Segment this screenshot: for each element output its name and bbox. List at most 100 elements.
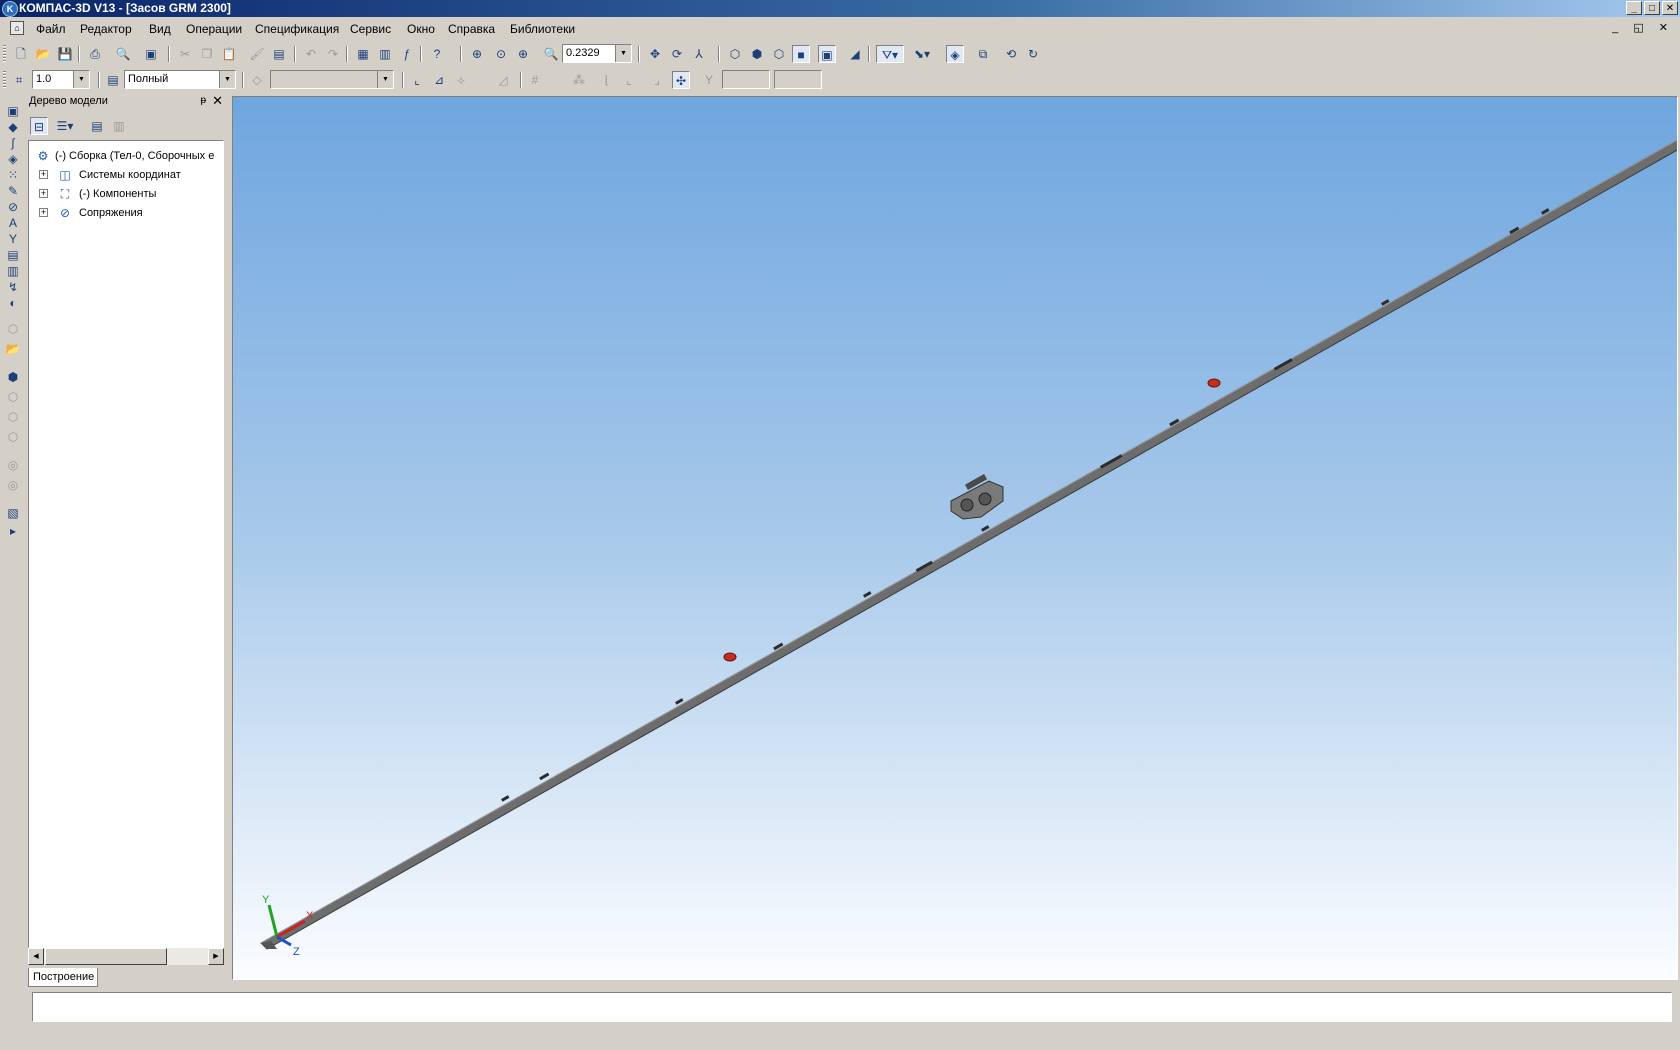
shaded-view-icon[interactable]: ■ — [792, 45, 810, 63]
cursor-coordinates-icon[interactable]: Y — [700, 71, 718, 89]
menu-operations[interactable]: Операции — [186, 22, 242, 36]
save-icon[interactable]: 💾 — [56, 45, 74, 63]
tree-structure-icon[interactable]: ⊟ — [30, 117, 48, 135]
minimize-button[interactable]: _ — [1626, 1, 1642, 15]
step-combo[interactable]: 1.0 ▼ — [32, 70, 90, 89]
toolbar-grip[interactable] — [3, 45, 6, 63]
print-icon[interactable]: ⎙ — [86, 45, 104, 63]
insert-from-file-icon[interactable]: 📂 — [4, 340, 22, 358]
coordinate-axes-icon[interactable]: ⌞ — [620, 71, 638, 89]
grid-icon[interactable]: # — [526, 71, 544, 89]
redo-icon[interactable]: ↷ — [324, 45, 342, 63]
tree-properties-icon[interactable]: ▥ — [110, 117, 128, 135]
scroll-right-icon[interactable]: ▶ — [208, 948, 224, 965]
create-part-icon[interactable]: ⬢ — [4, 368, 22, 386]
orientation-icon[interactable]: ⅄ — [690, 45, 708, 63]
move-component-icon[interactable]: ⬡ — [4, 388, 22, 406]
menu-specification[interactable]: Спецификация — [255, 22, 339, 36]
thin-hidden-lines-icon[interactable]: ⬡ — [770, 45, 788, 63]
add-component-icon[interactable]: ⬡ — [4, 320, 22, 338]
bindings-icon[interactable]: ✣ — [672, 71, 690, 89]
copy-icon[interactable]: ❐ — [198, 45, 216, 63]
cursor-step-icon[interactable]: ⌗ — [10, 71, 28, 89]
paste-icon[interactable]: 📋 — [220, 45, 238, 63]
red-marker-pins[interactable] — [723, 378, 1221, 662]
central-bracket-model[interactable] — [950, 473, 1004, 520]
specification-icon[interactable]: ▤ — [270, 45, 288, 63]
library-manager-icon[interactable]: ▥ — [376, 45, 394, 63]
interference-icon[interactable]: ◎ — [4, 476, 22, 494]
hidden-lines-icon[interactable]: ⬢ — [748, 45, 766, 63]
help-pointer-icon[interactable]: ? — [428, 45, 446, 63]
toolbar-grip[interactable] — [3, 71, 6, 89]
rotate-icon[interactable]: ⟳ — [668, 45, 686, 63]
ortho-mode-icon[interactable]: ⌟ — [648, 71, 666, 89]
menu-file[interactable]: Файл — [36, 22, 66, 36]
diagnostics-icon[interactable]: ◐ — [4, 294, 22, 312]
model-viewport[interactable]: Y X Z — [232, 96, 1678, 980]
scroll-left-icon[interactable]: ◀ — [28, 948, 44, 965]
component-array-icon[interactable]: ⬡ — [4, 428, 22, 446]
local-csys-icon[interactable]: ⌞ — [408, 71, 426, 89]
chevron-down-icon[interactable]: ▼ — [219, 71, 235, 88]
print-preview-icon[interactable]: 🔍 — [114, 45, 132, 63]
maximize-button[interactable]: □ — [1644, 1, 1660, 15]
variables-icon[interactable]: ƒ — [398, 45, 416, 63]
tree-horizontal-scrollbar[interactable]: ◀ ▶ — [28, 948, 224, 965]
refresh-icon[interactable]: ↻ — [1024, 45, 1042, 63]
tree-view-mode-icon[interactable]: ☰▾ — [52, 117, 78, 135]
rebuild-icon[interactable]: ⟲ — [1002, 45, 1020, 63]
expand-icon[interactable]: + — [39, 208, 48, 217]
collision-check-icon[interactable]: ◎ — [4, 456, 22, 474]
chevron-down-icon[interactable]: ▼ — [615, 45, 631, 62]
pan-icon[interactable]: ✥ — [646, 45, 664, 63]
layer-combo[interactable]: ▼ — [270, 70, 394, 89]
close-icon[interactable]: ✕ — [212, 92, 223, 110]
rotate-component-icon[interactable]: ⬡ — [4, 408, 22, 426]
display-mode-icon[interactable]: ◈ — [946, 45, 964, 63]
new-file-icon[interactable]: 🗋 — [12, 45, 30, 63]
menu-window[interactable]: Окно — [407, 22, 435, 36]
undo-icon[interactable]: ↶ — [302, 45, 320, 63]
document-icon[interactable]: ⌂ — [10, 21, 24, 35]
properties-icon[interactable]: ▣ — [142, 45, 160, 63]
cut-icon[interactable]: ✂ — [176, 45, 194, 63]
display-mode-combo[interactable]: Полный ▼ — [124, 70, 236, 89]
cursor-x-field[interactable] — [722, 70, 770, 89]
perspective-icon[interactable]: ◢ — [846, 45, 864, 63]
tree-document-icon[interactable]: ▤ — [88, 117, 106, 135]
filter-objects-icon[interactable]: ⛛▾ — [876, 45, 904, 63]
mdi-window-controls[interactable]: _ ◱ ✕ — [1612, 21, 1674, 34]
detail-level-icon[interactable]: ▤ — [104, 71, 122, 89]
close-button[interactable]: ✕ — [1662, 1, 1678, 15]
expand-toolbar-icon[interactable]: ▸ — [4, 522, 22, 540]
shaded-edges-icon[interactable]: ▣ — [818, 45, 836, 63]
menu-view[interactable]: Вид — [149, 22, 171, 36]
chevron-down-icon[interactable]: ▼ — [377, 71, 393, 88]
expand-icon[interactable]: + — [39, 189, 48, 198]
zoom-scale-icon[interactable]: 🔍 — [542, 45, 560, 63]
rotate-sketch-icon[interactable]: ⌊ — [598, 71, 616, 89]
manager-icon[interactable]: ▦ — [354, 45, 372, 63]
plane-icon[interactable]: ◿ — [494, 71, 512, 89]
cursor-y-field[interactable] — [774, 70, 822, 89]
chevron-down-icon[interactable]: ▼ — [73, 71, 89, 88]
zoom-window-icon[interactable]: ⊕ — [468, 45, 486, 63]
scroll-thumb[interactable] — [45, 948, 167, 965]
model-canvas[interactable]: Y X Z — [233, 97, 1677, 979]
reference-icon[interactable]: ⧉ — [974, 45, 992, 63]
sketch-snap-icon[interactable]: ⁂ — [570, 71, 588, 89]
zoom-in-icon[interactable]: ⊕ — [514, 45, 532, 63]
wireframe-view-icon[interactable]: ⬡ — [726, 45, 744, 63]
orthogonal-icon[interactable]: ⊿ — [430, 71, 448, 89]
snap-icon[interactable]: ⟡ — [452, 71, 470, 89]
select-objects-icon[interactable]: ⬊▾ — [908, 45, 936, 63]
expand-icon[interactable]: + — [39, 170, 48, 179]
layer-icon[interactable]: ◇ — [248, 71, 266, 89]
tab-construction[interactable]: Построение — [28, 968, 98, 987]
open-folder-icon[interactable]: 📂 — [34, 45, 52, 63]
macro-element-icon[interactable]: ▧ — [4, 504, 22, 522]
menu-help[interactable]: Справка — [448, 22, 495, 36]
menu-service[interactable]: Сервис — [350, 22, 391, 36]
pin-icon[interactable]: ᵽ — [200, 92, 206, 110]
